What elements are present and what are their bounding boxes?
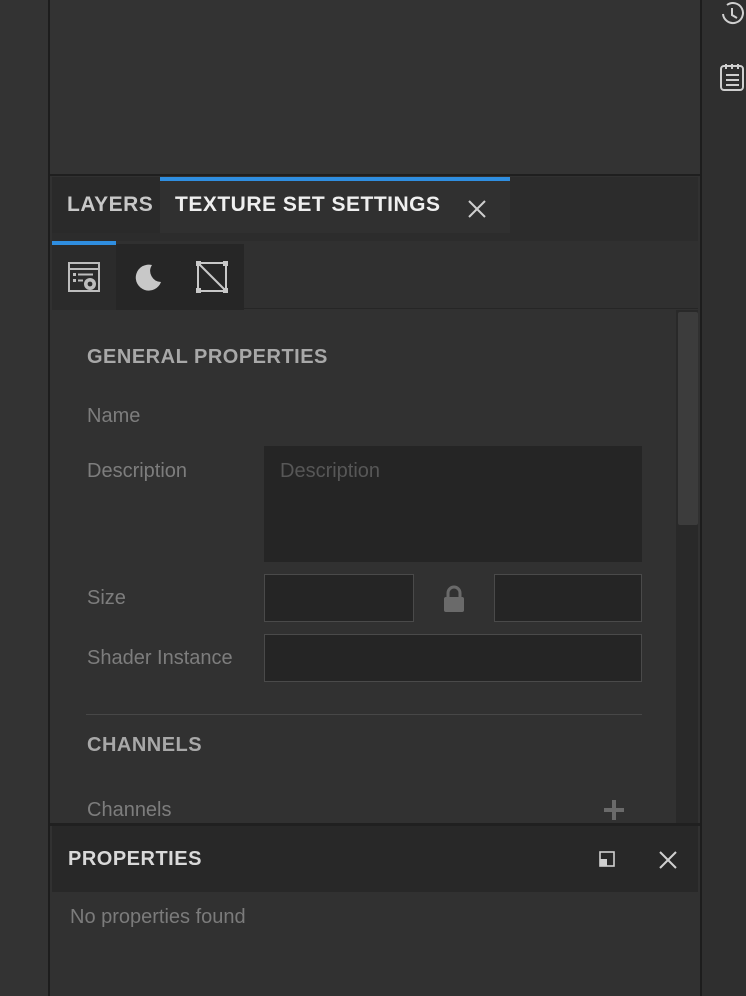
channels-title: CHANNELS <box>87 734 203 756</box>
close-icon[interactable] <box>466 198 488 220</box>
properties-body: No properties found <box>52 892 698 996</box>
close-icon[interactable] <box>657 849 679 871</box>
right-toolbar-border <box>700 0 702 996</box>
viewport-area <box>50 0 700 175</box>
subtab-texture-settings[interactable] <box>52 244 116 310</box>
tab-layers[interactable]: LAYERS <box>52 177 160 233</box>
size-height-field[interactable] <box>494 574 642 622</box>
right-toolbar <box>700 0 746 996</box>
description-placeholder: Description <box>280 460 381 482</box>
size-label: Size <box>87 587 126 609</box>
panel-separator <box>50 174 700 176</box>
lock-icon[interactable] <box>442 584 466 614</box>
size-width-field[interactable] <box>264 574 414 622</box>
texture-settings-icon <box>68 262 100 292</box>
description-label: Description <box>87 460 188 482</box>
name-label: Name <box>87 405 141 427</box>
tab-layers-label: LAYERS <box>67 193 154 216</box>
tab-texture-set-settings-label: TEXTURE SET SETTINGS <box>175 193 441 216</box>
uv-square-icon <box>196 261 228 293</box>
tab-bar: LAYERS TEXTURE SET SETTINGS <box>52 177 698 241</box>
properties-empty-text: No properties found <box>70 906 246 928</box>
section-divider <box>86 714 642 715</box>
shader-instance-label: Shader Instance <box>87 647 233 669</box>
scrollbar-thumb[interactable] <box>678 312 698 525</box>
undock-icon[interactable] <box>598 850 616 868</box>
properties-title: PROPERTIES <box>68 848 202 870</box>
channels-label: Channels <box>87 799 172 821</box>
tab-texture-set-settings[interactable]: TEXTURE SET SETTINGS <box>160 177 510 233</box>
general-properties-title: GENERAL PROPERTIES <box>87 346 328 368</box>
shader-instance-field[interactable] <box>264 634 642 682</box>
left-gutter <box>0 0 49 996</box>
properties-header: PROPERTIES <box>52 826 698 892</box>
subtab-moon[interactable] <box>116 244 180 310</box>
subtab-uv[interactable] <box>180 244 244 310</box>
add-channel-icon[interactable] <box>602 798 626 822</box>
description-field[interactable]: Description <box>264 446 642 562</box>
active-tab-indicator <box>160 177 510 181</box>
notes-icon[interactable] <box>718 62 746 92</box>
moon-icon <box>135 264 161 291</box>
subtab-bar <box>52 241 698 310</box>
history-icon[interactable] <box>718 0 746 30</box>
active-subtab-indicator <box>52 241 116 245</box>
